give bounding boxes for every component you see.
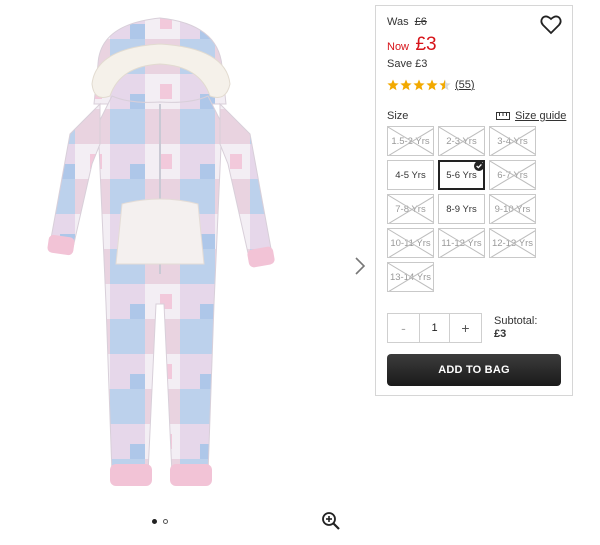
size-option-label: 4-5 Yrs	[395, 169, 426, 181]
size-option[interactable]: 9-10 Yrs	[489, 194, 536, 224]
quantity-stepper: - 1 +	[387, 313, 482, 343]
size-label: Size	[387, 110, 409, 122]
product-image[interactable]	[40, 4, 300, 504]
size-option[interactable]: 1.5-2 Yrs	[387, 126, 434, 156]
quantity-decrease-button[interactable]: -	[388, 314, 419, 342]
quantity-increase-button[interactable]: +	[450, 314, 481, 342]
size-option-label: 7-8 Yrs	[395, 203, 426, 215]
heart-icon[interactable]	[540, 14, 562, 35]
size-option-label: 8-9 Yrs	[446, 203, 477, 215]
size-option-label: 2-3 Yrs	[446, 135, 477, 147]
size-option[interactable]: 5-6 Yrs	[438, 160, 485, 190]
carousel-dot-2[interactable]	[163, 519, 168, 524]
size-option-label: 13-14 Yrs	[389, 271, 431, 283]
product-rating: (55)	[387, 79, 475, 91]
was-price: Was £6	[387, 16, 427, 28]
size-option[interactable]: 12-13 Yrs	[489, 228, 536, 258]
subtotal-value: £3	[494, 328, 507, 340]
size-option[interactable]: 10-11 Yrs	[387, 228, 434, 258]
carousel-dots	[152, 519, 168, 524]
save-value: £3	[415, 58, 428, 70]
size-option[interactable]: 7-8 Yrs	[387, 194, 434, 224]
size-option-label: 11-12 Yrs	[441, 237, 482, 249]
rating-stars	[387, 79, 451, 91]
size-option[interactable]: 4-5 Yrs	[387, 160, 434, 190]
star-icon	[400, 79, 412, 91]
size-option-label: 5-6 Yrs	[446, 169, 477, 181]
star-icon	[439, 79, 451, 91]
size-option[interactable]: 13-14 Yrs	[387, 262, 434, 292]
save-amount: Save £3	[387, 58, 427, 70]
size-option-label: 9-10 Yrs	[494, 203, 531, 215]
review-count-value: 55	[458, 79, 471, 91]
size-option-label: 1.5-2 Yrs	[391, 135, 430, 147]
size-option[interactable]: 6-7 Yrs	[489, 160, 536, 190]
subtotal: Subtotal: £3	[494, 315, 537, 341]
size-option-label: 10-11 Yrs	[390, 237, 431, 249]
size-guide-link[interactable]: Size guide	[496, 110, 566, 122]
size-option[interactable]: 2-3 Yrs	[438, 126, 485, 156]
check-icon	[474, 162, 483, 171]
ruler-icon	[496, 112, 510, 120]
subtotal-label: Subtotal:	[494, 315, 538, 327]
add-to-bag-button[interactable]: ADD TO BAG	[387, 354, 561, 386]
size-option-label: 3-4 Yrs	[497, 135, 528, 147]
review-count[interactable]: (55)	[455, 79, 475, 91]
star-icon	[426, 79, 438, 91]
size-guide-label: Size guide	[515, 110, 567, 122]
now-label: Now	[387, 41, 410, 53]
was-amount: £6	[414, 16, 427, 28]
now-amount: £3	[415, 34, 437, 55]
now-price: Now £3	[387, 34, 437, 56]
was-label: Was	[387, 16, 409, 28]
size-option[interactable]: 3-4 Yrs	[489, 126, 536, 156]
star-icon	[413, 79, 425, 91]
quantity-value[interactable]: 1	[419, 314, 450, 342]
save-label: Save	[387, 58, 413, 70]
size-option[interactable]: 8-9 Yrs	[438, 194, 485, 224]
chevron-right-icon[interactable]	[353, 255, 367, 277]
buy-panel: Was £6 Now £3 Save £3 (55) Size Size gui…	[375, 5, 573, 396]
size-option-label: 6-7 Yrs	[497, 169, 528, 181]
zoom-in-icon[interactable]	[321, 511, 341, 531]
star-icon	[387, 79, 399, 91]
size-option[interactable]: 11-12 Yrs	[438, 228, 485, 258]
carousel-dot-1[interactable]	[152, 519, 157, 524]
product-image-area	[0, 0, 370, 545]
size-option-label: 12-13 Yrs	[491, 237, 533, 249]
